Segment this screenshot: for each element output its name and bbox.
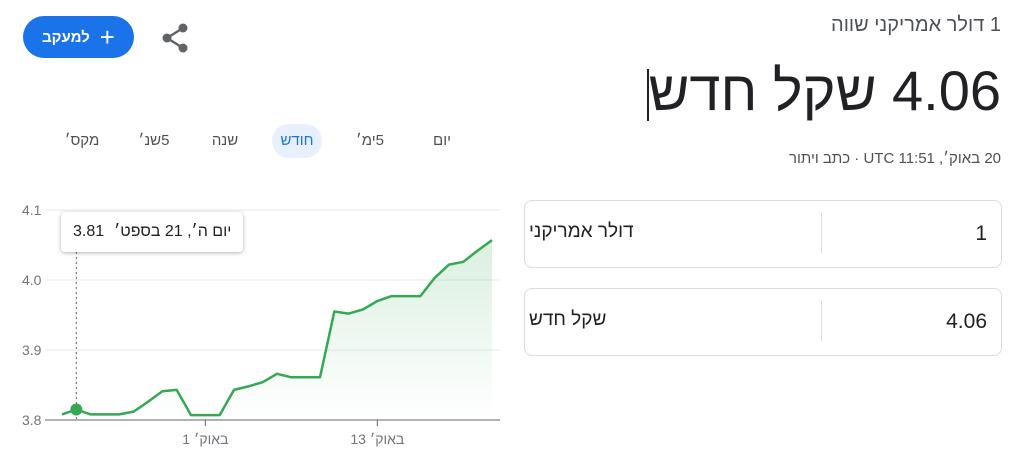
- range-tabs: יום 5ימ׳ חודש שנה 5שנ׳ מקס׳: [40, 124, 470, 158]
- follow-button-label: למעקב: [42, 28, 90, 46]
- converter-to: שקל חדש 4.06: [524, 288, 1002, 356]
- follow-button[interactable]: + למעקב: [23, 16, 134, 58]
- y-tick-label: 3.9: [22, 342, 42, 358]
- tab-max[interactable]: מקס׳: [60, 124, 104, 158]
- plus-icon: +: [99, 22, 115, 52]
- exchange-rate: 4.06 שקל חדש: [646, 58, 1001, 123]
- series-area: [62, 240, 492, 420]
- tab-day[interactable]: יום: [425, 124, 459, 158]
- tab-month[interactable]: חודש: [272, 124, 322, 158]
- share-icon[interactable]: [160, 22, 192, 54]
- tab-year[interactable]: שנה: [205, 124, 245, 158]
- from-amount-value: 1: [975, 222, 987, 245]
- chart-tooltip: יום ה׳, 21 בספט׳ 3.81: [61, 212, 244, 252]
- rate-timestamp: 20 באוק׳, UTC 11:51 · כתב ויתור: [788, 150, 1001, 167]
- tab-5years[interactable]: 5שנ׳: [134, 124, 174, 158]
- y-tick-label: 4.0: [22, 272, 42, 288]
- hover-point: [70, 403, 83, 416]
- y-tick-label: 4.1: [22, 202, 42, 218]
- divider: [821, 301, 822, 341]
- tab-5days[interactable]: 5ימ׳: [350, 124, 390, 158]
- from-currency-select[interactable]: דולר אמריקני: [529, 221, 634, 243]
- rate-subtitle: 1 דולר אמריקני שווה: [831, 14, 1001, 36]
- exchange-rate-text: 4.06 שקל חדש: [648, 59, 1001, 122]
- y-tick-label: 3.8: [22, 412, 42, 428]
- x-tick-label: 1 באוק׳: [182, 431, 228, 447]
- divider: [821, 213, 822, 253]
- converter-from: דולר אמריקני 1: [524, 200, 1002, 268]
- x-tick-label: 13 באוק׳: [350, 431, 404, 447]
- tooltip-date: יום ה׳, 21 בספט׳: [114, 223, 232, 240]
- to-amount-value: 4.06: [946, 310, 987, 333]
- tooltip-value: 3.81: [73, 223, 105, 240]
- to-currency-select[interactable]: שקל חדש: [529, 309, 606, 331]
